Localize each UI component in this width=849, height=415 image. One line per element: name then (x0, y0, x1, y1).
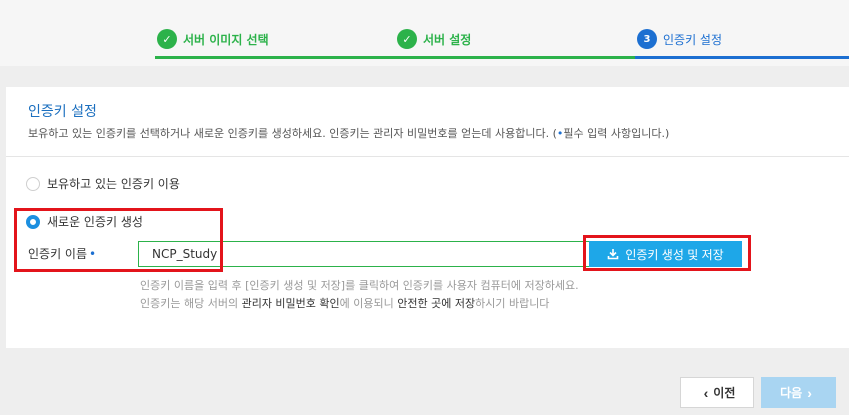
chevron-left-icon: ‹ (703, 384, 709, 401)
next-label: 다음 (780, 386, 803, 400)
next-button[interactable]: 다음 › (761, 377, 836, 408)
hint-text: 에 이용되니 (339, 297, 398, 310)
progress-stepper: ✓ 서버 이미지 선택 ✓ 서버 설정 3 인증키 설정 (0, 0, 849, 66)
step-server-image: ✓ 서버 이미지 선택 (157, 28, 269, 50)
section-description: 보유하고 있는 인증키를 선택하거나 새로운 인증키를 생성하세요. 인증키는 … (28, 125, 669, 141)
prev-button[interactable]: ‹ 이전 (680, 377, 754, 408)
progress-line-complete (155, 56, 635, 59)
required-note: 필수 입력 사항입니다.) (563, 127, 670, 140)
hint-text: 인증키는 해당 서버의 (140, 297, 242, 310)
step-label: 서버 이미지 선택 (183, 32, 269, 47)
description-text: 보유하고 있는 인증키를 선택하거나 새로운 인증키를 생성하세요. 인증키는 … (28, 127, 557, 140)
progress-line-current (635, 56, 849, 59)
divider (6, 156, 849, 157)
section-title: 인증키 설정 (28, 104, 97, 120)
annotation-box-generate (583, 235, 751, 271)
prev-label: 이전 (713, 386, 736, 400)
hint-emphasis: 관리자 비밀번호 확인 (241, 297, 340, 310)
step-server-settings: ✓ 서버 설정 (397, 28, 471, 50)
option-existing-key[interactable]: 보유하고 있는 인증키 이용 (26, 175, 180, 192)
chevron-right-icon: › (807, 384, 812, 401)
step-number: 3 (637, 29, 657, 49)
hint-line-2: 인증키는 해당 서버의 관리자 비밀번호 확인에 이용되니 안전한 곳에 저장하… (140, 295, 549, 311)
hint-line-1: 인증키 이름을 입력 후 [인증키 생성 및 저장]를 클릭하여 인증키를 사용… (140, 279, 579, 292)
hint-emphasis: 안전한 곳에 저장 (397, 297, 476, 310)
step-label: 서버 설정 (423, 32, 472, 47)
hint-text: 하시기 바랍니다 (475, 297, 550, 310)
step-auth-key: 3 인증키 설정 (637, 28, 722, 50)
radio-existing-key[interactable] (26, 176, 40, 191)
option-label: 보유하고 있는 인증키 이용 (47, 177, 180, 191)
check-icon: ✓ (397, 29, 417, 49)
step-label: 인증키 설정 (663, 32, 723, 47)
annotation-box-new-key (14, 208, 223, 272)
check-icon: ✓ (157, 29, 177, 49)
